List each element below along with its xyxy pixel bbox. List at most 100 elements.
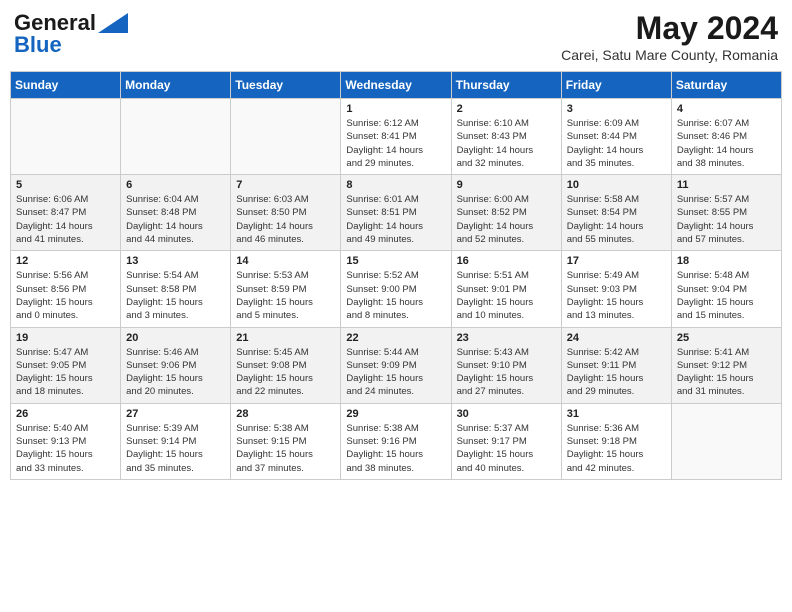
day-cell: 19 Sunrise: 5:47 AM Sunset: 9:05 PM Dayli… (11, 327, 121, 403)
week-row-4: 19 Sunrise: 5:47 AM Sunset: 9:05 PM Dayli… (11, 327, 782, 403)
day-cell (231, 99, 341, 175)
day-info: Sunrise: 5:47 AM Sunset: 9:05 PM Dayligh… (16, 346, 115, 399)
day-number: 1 (346, 103, 445, 115)
day-number: 18 (677, 255, 776, 267)
day-cell: 6 Sunrise: 6:04 AM Sunset: 8:48 PM Daylig… (121, 175, 231, 251)
day-cell: 5 Sunrise: 6:06 AM Sunset: 8:47 PM Daylig… (11, 175, 121, 251)
header-sunday: Sunday (11, 72, 121, 99)
day-number: 6 (126, 179, 225, 191)
day-info: Sunrise: 5:58 AM Sunset: 8:54 PM Dayligh… (567, 193, 666, 246)
day-info: Sunrise: 5:43 AM Sunset: 9:10 PM Dayligh… (457, 346, 556, 399)
logo-icon (98, 13, 128, 33)
title-block: May 2024 Carei, Satu Mare County, Romani… (561, 10, 778, 63)
day-info: Sunrise: 5:57 AM Sunset: 8:55 PM Dayligh… (677, 193, 776, 246)
day-info: Sunrise: 6:03 AM Sunset: 8:50 PM Dayligh… (236, 193, 335, 246)
day-number: 29 (346, 408, 445, 420)
day-cell: 22 Sunrise: 5:44 AM Sunset: 9:09 PM Dayli… (341, 327, 451, 403)
day-cell: 18 Sunrise: 5:48 AM Sunset: 9:04 PM Dayli… (671, 251, 781, 327)
page-header: General Blue May 2024 Carei, Satu Mare C… (10, 10, 782, 63)
day-info: Sunrise: 5:54 AM Sunset: 8:58 PM Dayligh… (126, 269, 225, 322)
day-info: Sunrise: 5:46 AM Sunset: 9:06 PM Dayligh… (126, 346, 225, 399)
day-info: Sunrise: 5:44 AM Sunset: 9:09 PM Dayligh… (346, 346, 445, 399)
location: Carei, Satu Mare County, Romania (561, 47, 778, 63)
day-cell: 31 Sunrise: 5:36 AM Sunset: 9:18 PM Dayli… (561, 403, 671, 479)
day-cell: 24Sunrise: 5:42 AM Sunset: 9:11 PM Dayli… (561, 327, 671, 403)
day-cell: 11 Sunrise: 5:57 AM Sunset: 8:55 PM Dayli… (671, 175, 781, 251)
day-cell: 1 Sunrise: 6:12 AM Sunset: 8:41 PM Daylig… (341, 99, 451, 175)
header-tuesday: Tuesday (231, 72, 341, 99)
day-number: 14 (236, 255, 335, 267)
day-info: Sunrise: 6:04 AM Sunset: 8:48 PM Dayligh… (126, 193, 225, 246)
day-cell: 7 Sunrise: 6:03 AM Sunset: 8:50 PM Daylig… (231, 175, 341, 251)
day-number: 19 (16, 332, 115, 344)
day-number: 30 (457, 408, 556, 420)
day-cell: 14 Sunrise: 5:53 AM Sunset: 8:59 PM Dayli… (231, 251, 341, 327)
day-cell: 4Sunrise: 6:07 AM Sunset: 8:46 PM Daylig… (671, 99, 781, 175)
header-wednesday: Wednesday (341, 72, 451, 99)
day-info: Sunrise: 5:37 AM Sunset: 9:17 PM Dayligh… (457, 422, 556, 475)
day-cell (121, 99, 231, 175)
day-cell: 25 Sunrise: 5:41 AM Sunset: 9:12 PM Dayli… (671, 327, 781, 403)
day-cell: 3Sunrise: 6:09 AM Sunset: 8:44 PM Daylig… (561, 99, 671, 175)
day-number: 22 (346, 332, 445, 344)
day-info: Sunrise: 5:40 AM Sunset: 9:13 PM Dayligh… (16, 422, 115, 475)
day-info: Sunrise: 5:52 AM Sunset: 9:00 PM Dayligh… (346, 269, 445, 322)
day-info: Sunrise: 6:06 AM Sunset: 8:47 PM Dayligh… (16, 193, 115, 246)
day-cell: 28Sunrise: 5:38 AM Sunset: 9:15 PM Dayli… (231, 403, 341, 479)
day-number: 25 (677, 332, 776, 344)
day-cell: 20 Sunrise: 5:46 AM Sunset: 9:06 PM Dayli… (121, 327, 231, 403)
day-info: Sunrise: 6:12 AM Sunset: 8:41 PM Dayligh… (346, 117, 445, 170)
day-number: 28 (236, 408, 335, 420)
day-info: Sunrise: 5:36 AM Sunset: 9:18 PM Dayligh… (567, 422, 666, 475)
day-number: 31 (567, 408, 666, 420)
day-cell: 2 Sunrise: 6:10 AM Sunset: 8:43 PM Daylig… (451, 99, 561, 175)
day-number: 3 (567, 103, 666, 115)
day-cell: 17 Sunrise: 5:49 AM Sunset: 9:03 PM Dayli… (561, 251, 671, 327)
week-row-2: 5 Sunrise: 6:06 AM Sunset: 8:47 PM Daylig… (11, 175, 782, 251)
day-cell: 16Sunrise: 5:51 AM Sunset: 9:01 PM Dayli… (451, 251, 561, 327)
day-cell: 9Sunrise: 6:00 AM Sunset: 8:52 PM Daylig… (451, 175, 561, 251)
header-friday: Friday (561, 72, 671, 99)
day-number: 4 (677, 103, 776, 115)
day-cell: 8Sunrise: 6:01 AM Sunset: 8:51 PM Daylig… (341, 175, 451, 251)
week-row-3: 12 Sunrise: 5:56 AM Sunset: 8:56 PM Dayli… (11, 251, 782, 327)
day-info: Sunrise: 5:51 AM Sunset: 9:01 PM Dayligh… (457, 269, 556, 322)
logo-blue: Blue (14, 32, 62, 58)
day-number: 13 (126, 255, 225, 267)
day-info: Sunrise: 5:48 AM Sunset: 9:04 PM Dayligh… (677, 269, 776, 322)
day-cell: 29 Sunrise: 5:38 AM Sunset: 9:16 PM Dayli… (341, 403, 451, 479)
day-number: 11 (677, 179, 776, 191)
day-info: Sunrise: 5:56 AM Sunset: 8:56 PM Dayligh… (16, 269, 115, 322)
day-info: Sunrise: 6:10 AM Sunset: 8:43 PM Dayligh… (457, 117, 556, 170)
month-year: May 2024 (561, 10, 778, 47)
day-info: Sunrise: 5:45 AM Sunset: 9:08 PM Dayligh… (236, 346, 335, 399)
day-info: Sunrise: 5:39 AM Sunset: 9:14 PM Dayligh… (126, 422, 225, 475)
day-number: 15 (346, 255, 445, 267)
day-number: 23 (457, 332, 556, 344)
day-cell: 27Sunrise: 5:39 AM Sunset: 9:14 PM Dayli… (121, 403, 231, 479)
calendar-table: SundayMondayTuesdayWednesdayThursdayFrid… (10, 71, 782, 480)
day-cell: 12 Sunrise: 5:56 AM Sunset: 8:56 PM Dayli… (11, 251, 121, 327)
day-info: Sunrise: 5:41 AM Sunset: 9:12 PM Dayligh… (677, 346, 776, 399)
day-number: 10 (567, 179, 666, 191)
day-cell: 15 Sunrise: 5:52 AM Sunset: 9:00 PM Dayli… (341, 251, 451, 327)
day-cell: 23 Sunrise: 5:43 AM Sunset: 9:10 PM Dayli… (451, 327, 561, 403)
day-info: Sunrise: 5:49 AM Sunset: 9:03 PM Dayligh… (567, 269, 666, 322)
day-cell: 26Sunrise: 5:40 AM Sunset: 9:13 PM Dayli… (11, 403, 121, 479)
header-thursday: Thursday (451, 72, 561, 99)
day-number: 12 (16, 255, 115, 267)
day-cell: 21Sunrise: 5:45 AM Sunset: 9:08 PM Dayli… (231, 327, 341, 403)
day-number: 5 (16, 179, 115, 191)
header-saturday: Saturday (671, 72, 781, 99)
day-number: 17 (567, 255, 666, 267)
day-number: 2 (457, 103, 556, 115)
day-number: 9 (457, 179, 556, 191)
logo: General Blue (14, 10, 128, 58)
day-info: Sunrise: 5:42 AM Sunset: 9:11 PM Dayligh… (567, 346, 666, 399)
day-number: 20 (126, 332, 225, 344)
day-cell: 30 Sunrise: 5:37 AM Sunset: 9:17 PM Dayli… (451, 403, 561, 479)
day-info: Sunrise: 5:38 AM Sunset: 9:16 PM Dayligh… (346, 422, 445, 475)
header-monday: Monday (121, 72, 231, 99)
day-number: 7 (236, 179, 335, 191)
day-info: Sunrise: 5:53 AM Sunset: 8:59 PM Dayligh… (236, 269, 335, 322)
